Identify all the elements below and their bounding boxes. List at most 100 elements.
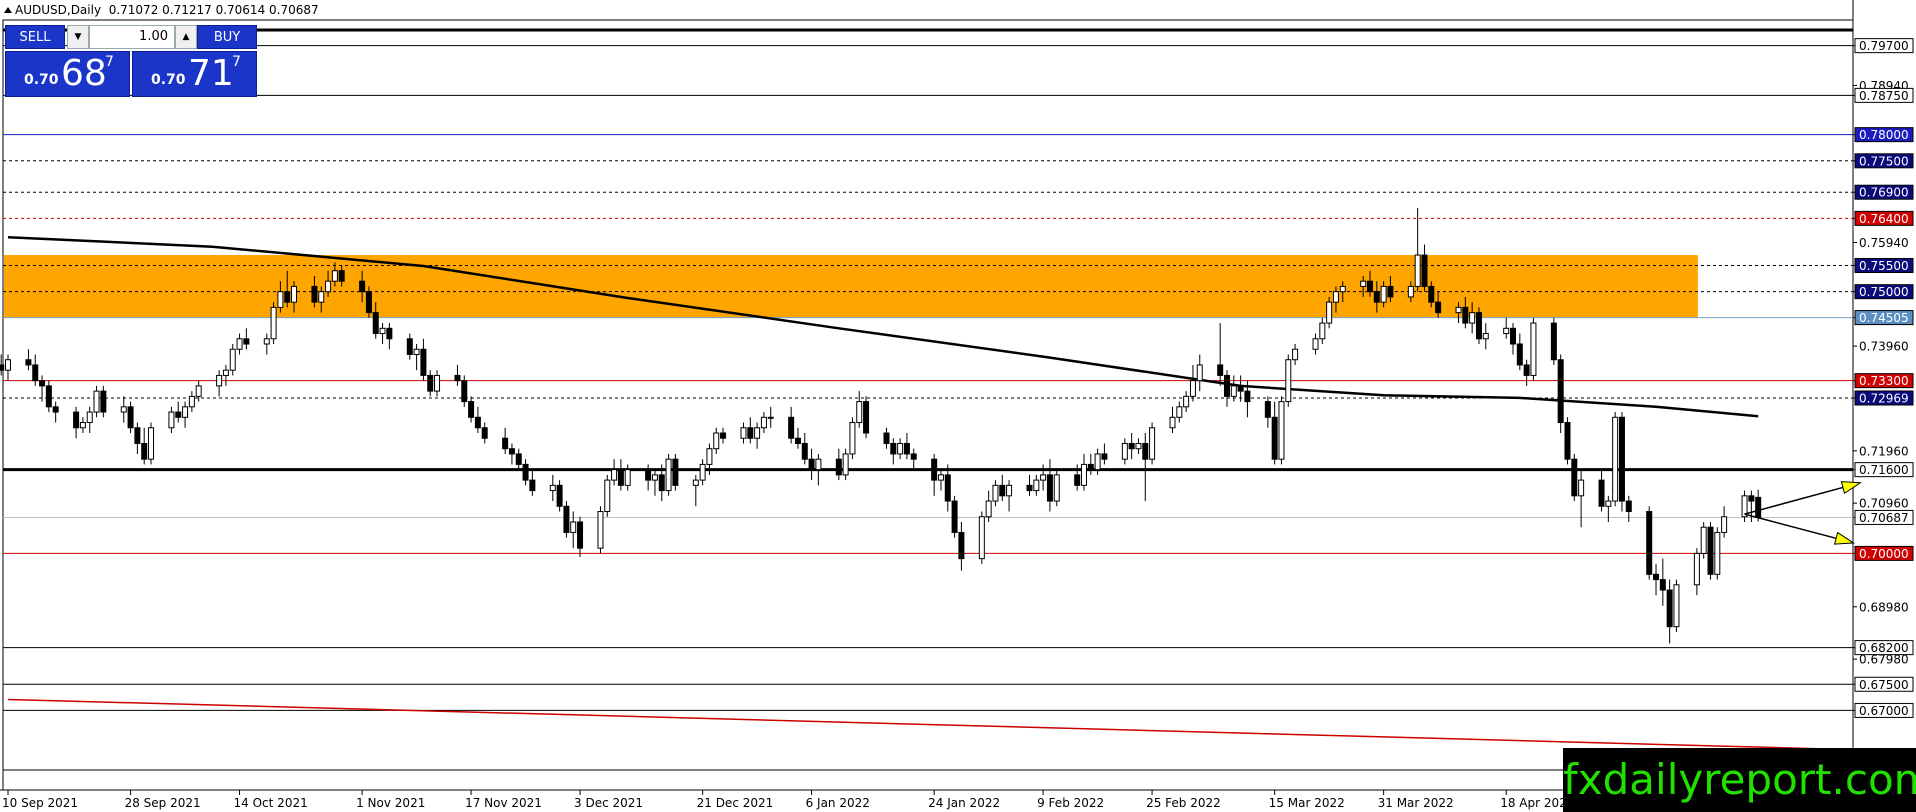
price-label: 0.67000 [1859,704,1909,718]
candle [1026,474,1033,496]
candle [529,469,536,496]
bull-candle-body [611,469,618,481]
price-label: 0.73300 [1859,374,1909,388]
candle [788,406,795,444]
bear-candle-body [522,463,529,481]
bull-candle-body [1503,327,1510,335]
bid-pip: 7 [105,54,114,70]
bull-candle-body [740,427,747,439]
price-chart[interactable]: 0.797000.789400.787500.780000.775000.769… [0,0,1916,812]
bear-candle-body [454,374,461,382]
bull-candle-body [195,385,202,397]
candle [5,354,11,381]
symbol-label: AUDUSD,Daily [15,3,102,17]
bull-candle-body [229,348,236,371]
bear-candle-body [529,479,536,492]
bear-candle-body [1748,495,1755,502]
bear-candle-body [1387,285,1394,298]
bull-candle-body [5,359,11,371]
candle [1557,354,1564,434]
time-label: 9 Feb 2022 [1037,796,1104,810]
bull-candle-body [277,291,284,308]
candle [713,427,720,454]
bull-candle-body [856,401,863,424]
bull-candle-body [1605,500,1612,507]
bull-candle-body [1196,364,1203,382]
lot-decrease-button[interactable]: ▼ [67,25,89,49]
candle [73,406,80,439]
bull-candle-body [1183,395,1190,408]
bull-candle-body [379,327,386,335]
bid-price-button[interactable]: 0.70 68 7 [5,51,130,97]
bull-candle-body [413,348,420,355]
candle [379,323,386,345]
bull-candle-body [570,521,577,533]
bear-candle-body [45,385,52,408]
lot-size-input[interactable]: 1.00 [89,25,175,49]
candle [1053,469,1060,507]
candle [1033,474,1040,496]
candle [597,506,604,554]
candle [835,448,842,481]
bear-candle-body [39,380,46,387]
candle [1271,401,1278,465]
bear-candle-body [1510,327,1517,345]
bull-candle-body [331,270,338,282]
price-label: 0.67980 [1859,653,1909,667]
bull-candle-body [236,338,243,350]
ask-price-button[interactable]: 0.70 71 7 [132,51,257,97]
candle [52,401,59,423]
time-label: 28 Sep 2021 [125,796,201,810]
candle [1510,323,1517,355]
lot-increase-button[interactable]: ▲ [175,25,197,49]
candle [937,469,944,491]
candle [427,370,434,397]
bull-candle-body [1612,416,1619,502]
bear-candle-body [73,411,80,429]
candle [222,364,229,386]
candle [1046,459,1053,512]
time-label: 17 Nov 2021 [465,796,542,810]
bear-candle-body [134,427,141,444]
bull-candle-body [651,474,658,481]
candle [1693,548,1700,596]
candle [910,448,917,470]
bear-candle-body [1428,285,1435,303]
candle [692,474,699,507]
bull-candle-body [1149,427,1156,460]
candle [1523,359,1530,386]
collapse-icon[interactable] [4,7,12,13]
price-label: 0.73960 [1859,340,1909,354]
sell-button[interactable]: SELL [5,25,65,49]
candle [434,370,441,397]
bear-candle-body [508,448,515,455]
candle [883,427,890,449]
bear-candle-body [808,458,815,471]
candle [243,328,250,350]
candle [1482,323,1489,350]
bear-candle-body [311,285,318,303]
candle [522,459,529,486]
candle [1278,396,1285,465]
candle [141,427,148,465]
candle [127,401,134,434]
bear-candle-body [515,453,522,465]
bear-candle-body [720,432,727,439]
price-label: 0.70960 [1859,497,1909,511]
bull-candle-body [760,416,767,429]
buy-button[interactable]: BUY [197,25,257,49]
bid-prefix: 0.70 [24,72,59,88]
bear-candle-body [1217,364,1224,376]
bull-candle-body [1721,516,1728,533]
price-label: 0.70687 [1859,511,1909,525]
candle [1571,453,1578,502]
candle [1578,469,1585,528]
candle [1421,244,1428,292]
bear-candle-body [617,469,624,486]
candle [1223,370,1230,407]
bull-candle-body [325,280,332,293]
bear-candle-body [801,442,808,460]
bear-candle-body [903,442,910,455]
candle [611,459,618,486]
candle [549,474,556,502]
